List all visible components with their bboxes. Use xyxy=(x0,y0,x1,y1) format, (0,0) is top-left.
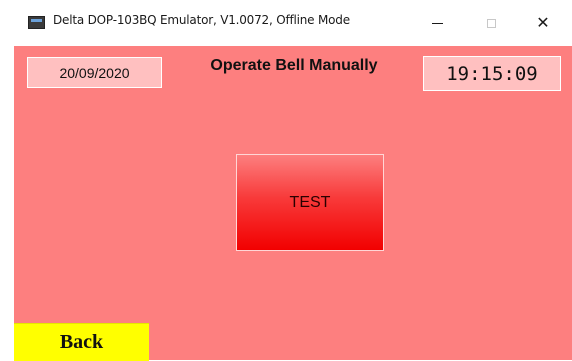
test-button[interactable]: TEST xyxy=(236,154,384,251)
app-icon xyxy=(28,16,45,29)
emulator-window: Delta DOP-103BQ Emulator, V1.0072, Offli… xyxy=(0,0,572,361)
page-title: Operate Bell Manually xyxy=(210,57,378,74)
close-button[interactable]: ✕ xyxy=(520,6,566,40)
date-display: 20/09/2020 xyxy=(27,57,162,88)
minimize-icon xyxy=(431,22,443,24)
title-bar[interactable]: Delta DOP-103BQ Emulator, V1.0072, Offli… xyxy=(0,0,572,46)
window-title: Delta DOP-103BQ Emulator, V1.0072, Offli… xyxy=(53,13,350,27)
back-button[interactable]: Back xyxy=(14,323,149,361)
minimize-button[interactable] xyxy=(414,6,460,40)
hmi-screen: 20/09/2020 Operate Bell Manually 19:15:0… xyxy=(14,46,572,361)
maximize-button[interactable] xyxy=(468,6,514,40)
close-icon: ✕ xyxy=(536,13,550,32)
maximize-icon xyxy=(486,18,496,28)
time-display: 19:15:09 xyxy=(423,56,561,91)
